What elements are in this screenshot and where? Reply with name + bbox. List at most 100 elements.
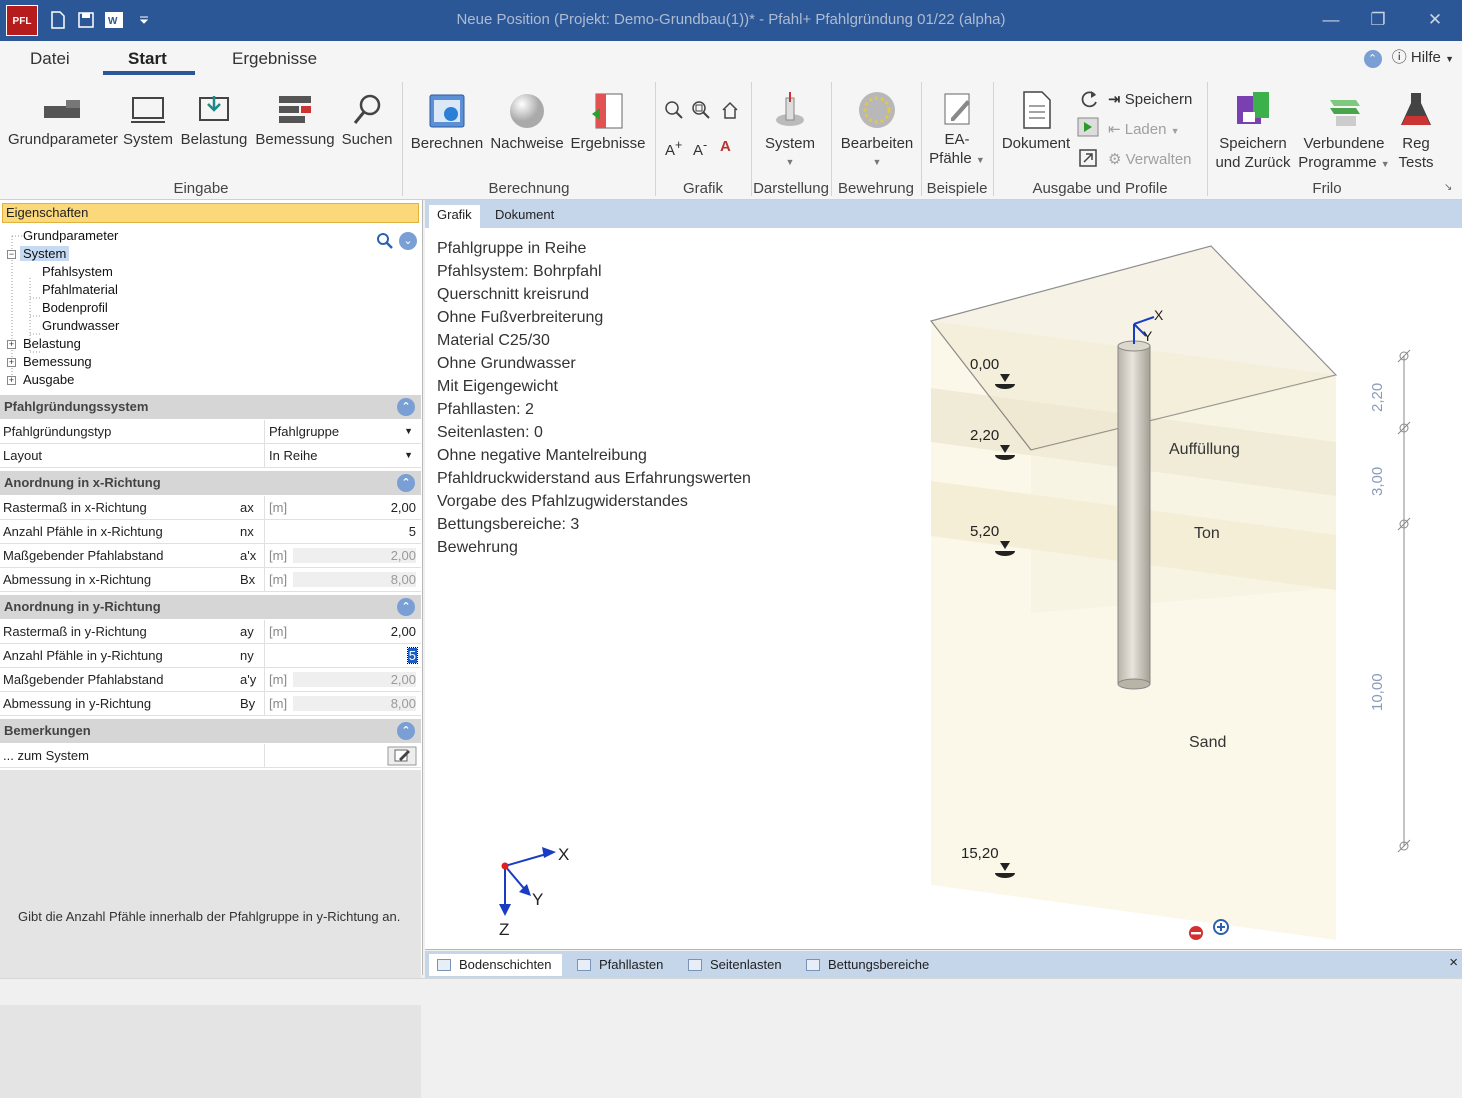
prop-row[interactable]: ... zum System: [0, 744, 421, 768]
tree-ausgabe[interactable]: Ausgabe: [23, 372, 74, 387]
tab-dokument[interactable]: Dokument: [487, 205, 562, 228]
search-icon[interactable]: [376, 232, 394, 250]
rastermass-x-input[interactable]: 2,00: [391, 496, 416, 519]
tree-pfahlsystem[interactable]: Pfahlsystem: [42, 264, 113, 279]
export-icon[interactable]: [1078, 148, 1098, 168]
section-collapse-icon[interactable]: ⌃: [397, 398, 415, 416]
zoom-window-icon[interactable]: [691, 100, 711, 120]
ergebnisse-button[interactable]: Ergebnisse: [570, 92, 646, 153]
rastermass-y-input[interactable]: 2,00: [391, 620, 416, 643]
tree-expand-icon[interactable]: +: [7, 340, 16, 349]
tree-grundparameter[interactable]: Grundparameter: [23, 228, 118, 243]
anzahl-y-input[interactable]: 5: [406, 647, 419, 664]
speichern-zurueck-button[interactable]: Speichern und Zurück: [1212, 90, 1294, 172]
pfahlgruendungstyp-select[interactable]: Pfahlgruppe: [269, 420, 416, 443]
speichern-zurueck-label-1: Speichern: [1219, 135, 1287, 152]
tab-bodenschichten[interactable]: Bodenschichten: [429, 954, 562, 976]
prop-row[interactable]: Rastermaß in x-Richtung ax [m] 2,00: [0, 496, 421, 520]
system-button[interactable]: System: [122, 92, 174, 149]
section-anordnung-x[interactable]: Anordnung in x-Richtung ⌃: [0, 471, 421, 495]
edit-note-icon[interactable]: [387, 746, 417, 766]
bemessung-button[interactable]: Bemessung: [254, 92, 336, 149]
font-increase-icon[interactable]: A+: [665, 138, 682, 159]
chevron-down-icon[interactable]: ▼: [1445, 54, 1454, 64]
tree-system[interactable]: System: [20, 246, 70, 261]
collapse-ribbon-icon[interactable]: ⌃: [1363, 50, 1382, 68]
tree-expand-icon[interactable]: +: [7, 376, 16, 385]
section-collapse-icon[interactable]: ⌃: [397, 722, 415, 740]
tab-grafik[interactable]: Grafik: [429, 205, 480, 228]
tree-collapse-icon[interactable]: −: [7, 250, 16, 259]
dropdown-arrow-icon[interactable]: ▼: [404, 420, 413, 443]
expand-all-icon[interactable]: ⌄: [399, 232, 417, 250]
prop-row[interactable]: Layout In Reihe ▼: [0, 444, 421, 468]
tree-expand-icon[interactable]: +: [7, 358, 16, 367]
tab-start[interactable]: Start: [128, 49, 167, 69]
nachweise-button[interactable]: Nachweise: [488, 92, 566, 153]
font-settings-icon[interactable]: A: [720, 138, 731, 155]
pile-axis-x-label: X: [1154, 307, 1164, 323]
divider: [264, 520, 265, 544]
speichern-profile-button[interactable]: ⇥ Speichern: [1108, 90, 1192, 108]
ea-pfaehle-button[interactable]: EA- Pfähle ▼: [926, 92, 988, 170]
add-icon[interactable]: [1213, 919, 1229, 935]
remove-icon[interactable]: [1188, 925, 1204, 941]
section-bemerkungen[interactable]: Bemerkungen ⌃: [0, 719, 421, 743]
berechnen-button[interactable]: Berechnen: [410, 92, 484, 153]
tree-belastung[interactable]: Belastung: [23, 336, 81, 351]
prop-row[interactable]: Anzahl Pfähle in y-Richtung ny 5: [0, 644, 421, 668]
laden-button[interactable]: ⇤ Laden ▼: [1108, 120, 1180, 138]
suchen-button[interactable]: Suchen: [340, 92, 394, 149]
prop-row[interactable]: Rastermaß in y-Richtung ay [m] 2,00: [0, 620, 421, 644]
prop-row[interactable]: Pfahlgründungstyp Pfahlgruppe ▼: [0, 420, 421, 444]
grundparameter-icon: [44, 100, 80, 118]
tree-grundwasser[interactable]: Grundwasser: [42, 318, 119, 333]
home-view-icon[interactable]: [720, 100, 740, 120]
layer-label-ton: Ton: [1194, 525, 1220, 542]
section-pfahlgruendungssystem[interactable]: Pfahlgründungssystem ⌃: [0, 395, 421, 419]
section-collapse-icon[interactable]: ⌃: [397, 598, 415, 616]
tab-datei[interactable]: Datei: [30, 49, 70, 69]
prop-row[interactable]: Anzahl Pfähle in x-Richtung nx 5: [0, 520, 421, 544]
verbundene-programme-button[interactable]: Verbundene Programme ▼: [1296, 90, 1392, 174]
profile-icon[interactable]: [1076, 116, 1100, 138]
refresh-icon[interactable]: [1078, 88, 1100, 110]
close-icon[interactable]: ×: [1449, 954, 1458, 971]
tree-bemessung[interactable]: Bemessung: [23, 354, 92, 369]
tab-bettungsbereiche[interactable]: Bettungsbereiche: [798, 954, 939, 976]
graphic-canvas[interactable]: Pfahlgruppe in Reihe Pfahlsystem: Bohrpf…: [425, 228, 1462, 950]
verwalten-button[interactable]: ⚙ Verwalten: [1108, 150, 1192, 168]
edit-document-icon: [944, 93, 970, 125]
layout-select[interactable]: In Reihe: [269, 444, 416, 467]
section-anordnung-y[interactable]: Anordnung in y-Richtung ⌃: [0, 595, 421, 619]
tree-pfahlmaterial[interactable]: Pfahlmaterial: [42, 282, 118, 297]
bearbeiten-button[interactable]: Bearbeiten ▼: [838, 90, 916, 172]
tree-bodenprofil[interactable]: Bodenprofil: [42, 300, 108, 315]
dialog-launcher-icon[interactable]: ↘: [1444, 182, 1452, 193]
anzahl-x-input[interactable]: 5: [409, 520, 416, 543]
darstellung-system-button[interactable]: System ▼: [760, 90, 820, 172]
belastung-button[interactable]: Belastung: [180, 92, 248, 149]
programs-stack-icon: [1330, 100, 1360, 126]
zoom-icon[interactable]: [664, 100, 684, 120]
table-icon: [806, 959, 820, 971]
restore-icon[interactable]: ❐: [1365, 8, 1391, 32]
calculator-icon: [429, 94, 465, 128]
ergebnisse-label: Ergebnisse: [570, 135, 646, 152]
dropdown-arrow-icon[interactable]: ▼: [404, 444, 413, 467]
tab-ergebnisse[interactable]: Ergebnisse: [232, 49, 317, 69]
font-decrease-icon[interactable]: A-: [693, 138, 707, 159]
help-question-icon[interactable]: ⓘ: [1392, 49, 1407, 66]
tab-pfahllasten[interactable]: Pfahllasten: [569, 954, 673, 976]
window-title: Neue Position (Projekt: Demo-Grundbau(1)…: [456, 11, 1006, 28]
close-window-icon[interactable]: ✕: [1422, 8, 1448, 32]
section-collapse-icon[interactable]: ⌃: [397, 474, 415, 492]
dokument-button[interactable]: Dokument: [1000, 90, 1072, 153]
prop-symbol: ny: [240, 648, 254, 663]
grundparameter-button[interactable]: Grundparameter: [8, 92, 118, 149]
minimize-icon[interactable]: —: [1318, 8, 1344, 32]
reg-tests-button[interactable]: Reg Tests: [1392, 90, 1440, 172]
chevron-down-icon: ▼: [785, 157, 795, 167]
help-button[interactable]: Hilfe: [1411, 49, 1441, 66]
tab-seitenlasten[interactable]: Seitenlasten: [680, 954, 792, 976]
